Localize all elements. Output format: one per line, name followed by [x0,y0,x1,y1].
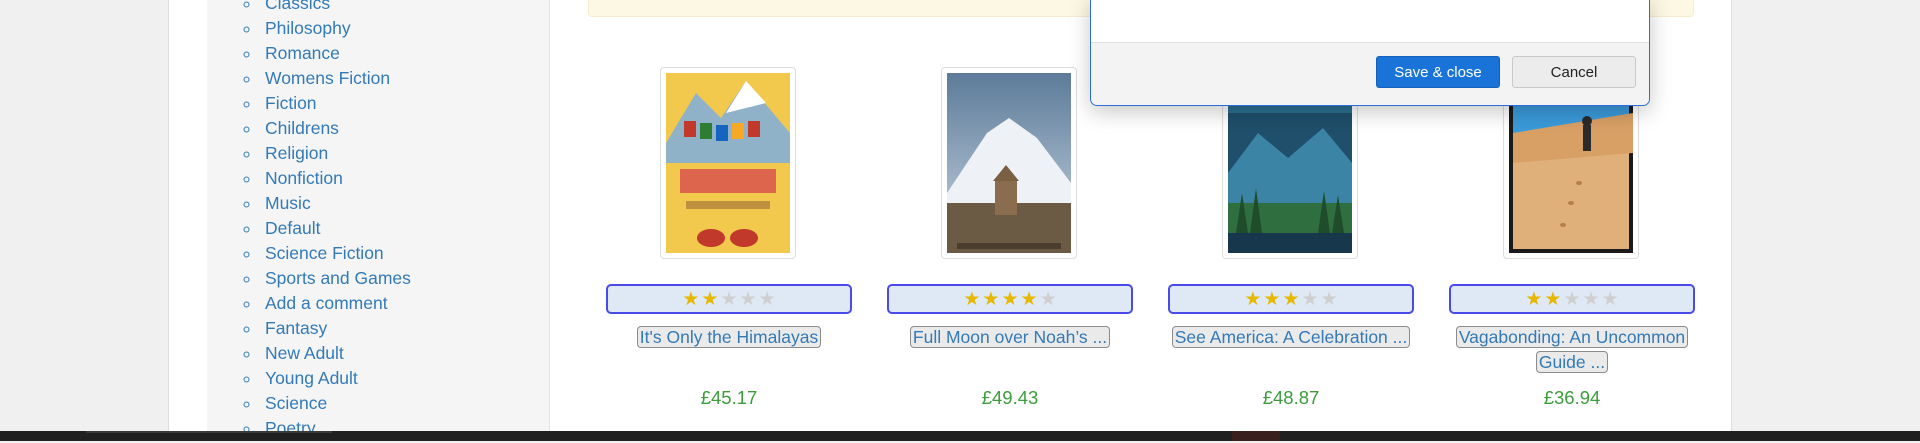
category-link[interactable]: Science [265,393,327,413]
taskbar-app-icon[interactable] [1098,431,1112,441]
dialog-footer: Save & close Cancel [1091,42,1649,105]
star-icon: ★ [701,288,719,310]
product-price: £48.87 [1262,387,1320,408]
category-link[interactable]: Default [265,218,320,238]
category-link[interactable]: Add a comment [265,293,388,313]
category-link[interactable]: Sports and Games [265,268,411,288]
category-link[interactable]: Philosophy [265,18,351,38]
product-title-container: Full Moon over Noah’s ... [887,325,1133,350]
product-thumbnail[interactable] [660,67,796,259]
category-link[interactable]: Science Fiction [265,243,384,263]
category-item[interactable]: Default [261,216,411,241]
star-rating: ★ ★ ★ ★ ★ [606,284,852,314]
category-item[interactable]: Poetry [261,416,411,431]
category-list: Classics Philosophy Romance Womens Ficti… [207,0,411,431]
star-icon: ★ [1563,288,1581,310]
category-link[interactable]: Fantasy [265,318,327,338]
star-icon: ★ [1320,288,1338,310]
product-title-link[interactable]: It's Only the Himalayas [636,326,822,348]
save-and-close-button[interactable]: Save & close [1376,56,1500,88]
product-title-container: It's Only the Himalayas [606,325,852,350]
book-cover-image[interactable] [666,73,790,253]
star-icon: ★ [1601,288,1619,310]
product-card: ★ ★ ★ ★ ★ See America: A Celebration ...… [1168,67,1414,422]
star-icon: ★ [682,288,700,310]
category-item[interactable]: Childrens [261,116,411,141]
product-title-link[interactable]: See America: A Celebration ... [1171,326,1411,348]
star-icon: ★ [982,288,1000,310]
cancel-button[interactable]: Cancel [1512,56,1636,88]
category-item[interactable]: Womens Fiction [261,66,411,91]
star-icon: ★ [963,288,981,310]
category-link[interactable]: Classics [265,0,330,13]
product-thumbnail[interactable] [941,67,1077,259]
star-rating: ★ ★ ★ ★ ★ [1449,284,1695,314]
category-item[interactable]: Classics [261,0,411,16]
category-link[interactable]: Childrens [265,118,339,138]
taskbar-app-icon[interactable] [436,431,448,441]
star-icon: ★ [1020,288,1038,310]
category-link[interactable]: Religion [265,143,328,163]
category-item[interactable]: Science [261,391,411,416]
category-item[interactable]: Science Fiction [261,241,411,266]
category-sidebar: Classics Philosophy Romance Womens Ficti… [207,0,550,431]
product-price: £45.17 [700,387,758,408]
product-title-link[interactable]: Vagabonding: An Uncommon Guide ... [1455,326,1689,373]
star-icon: ★ [1282,288,1300,310]
product-title-link[interactable]: Full Moon over Noah’s ... [909,326,1111,348]
modal-dialog: Save & close Cancel [1090,0,1650,106]
category-item[interactable]: New Adult [261,341,411,366]
star-icon: ★ [739,288,757,310]
category-item[interactable]: Add a comment [261,291,411,316]
product-title-container: Vagabonding: An Uncommon Guide ... [1449,325,1695,375]
category-item[interactable]: Philosophy [261,16,411,41]
category-link[interactable]: Womens Fiction [265,68,390,88]
star-icon: ★ [1301,288,1319,310]
category-item[interactable]: Romance [261,41,411,66]
product-card: ★ ★ ★ ★ ★ It's Only the Himalayas £45.17 [606,67,852,422]
star-icon: ★ [1263,288,1281,310]
category-link[interactable]: New Adult [265,343,344,363]
category-link[interactable]: Music [265,193,311,213]
product-card: ★ ★ ★ ★ ★ Vagabonding: An Uncommon Guide… [1449,67,1695,422]
category-link[interactable]: Nonfiction [265,168,343,188]
category-item[interactable]: Nonfiction [261,166,411,191]
category-link[interactable]: Romance [265,43,340,63]
category-item[interactable]: Fantasy [261,316,411,341]
category-item[interactable]: Religion [261,141,411,166]
star-rating: ★ ★ ★ ★ ★ [1168,284,1414,314]
star-rating: ★ ★ ★ ★ ★ [887,284,1133,314]
taskbar-search-box[interactable] [86,431,332,443]
product-title-container: See America: A Celebration ... [1168,325,1414,350]
category-item[interactable]: Music [261,191,411,216]
star-icon: ★ [1544,288,1562,310]
taskbar [0,431,1920,441]
product-card: ★ ★ ★ ★ ★ Full Moon over Noah’s ... £49.… [887,67,1133,422]
star-icon: ★ [1582,288,1600,310]
book-cover-image[interactable] [947,73,1071,253]
star-icon: ★ [1001,288,1019,310]
product-price: £49.43 [981,387,1039,408]
category-item[interactable]: Young Adult [261,366,411,391]
taskbar-app-icon[interactable] [656,431,668,441]
category-item[interactable]: Fiction [261,91,411,116]
star-icon: ★ [1244,288,1262,310]
category-item[interactable]: Sports and Games [261,266,411,291]
star-icon: ★ [1039,288,1057,310]
category-link[interactable]: Young Adult [265,368,358,388]
taskbar-app-icon[interactable] [1232,431,1280,441]
star-icon: ★ [1525,288,1543,310]
product-price: £36.94 [1543,387,1601,408]
category-link[interactable]: Fiction [265,93,317,113]
star-icon: ★ [720,288,738,310]
category-link[interactable]: Poetry [265,418,316,431]
star-icon: ★ [758,288,776,310]
